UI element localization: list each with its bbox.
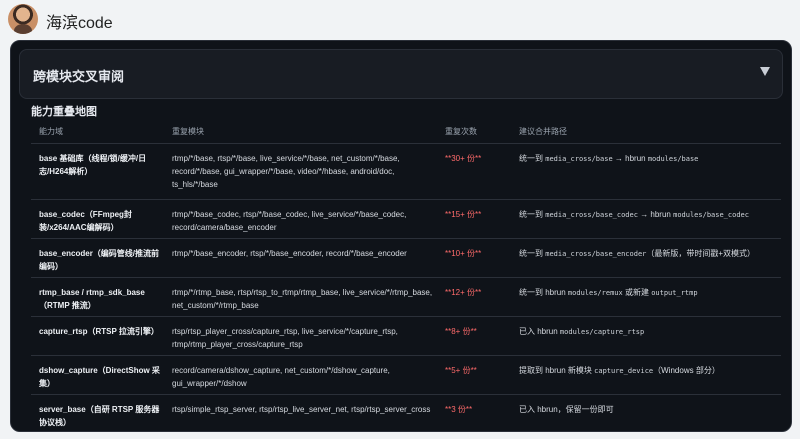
- column-header-count: 重复次数: [445, 127, 477, 136]
- cell-merge-path: 统一到 media_cross/base_encoder（最新版，带时间戳+双模…: [519, 249, 756, 258]
- cell-merge-path: 统一到 hbrun modules/remux 或新建 output_rtmp: [519, 288, 698, 297]
- table-row: base_codec（FFmpeg封装/x264/AAC编解码） rtmp/*/…: [31, 200, 781, 239]
- table-row: base 基础库（线程/锁/缓冲/日志/H264解析） rtmp/*/base,…: [31, 144, 781, 200]
- table-row: base_encoder（编码管线/推流前编码） rtmp/*/base_enc…: [31, 239, 781, 278]
- cell-domain: base 基础库（线程/锁/缓冲/日志/H264解析）: [39, 154, 147, 176]
- table-row: rtmp_base / rtmp_sdk_base（RTMP 推流） rtmp/…: [31, 278, 781, 317]
- cell-merge-path: 统一到 media_cross/base → hbrun modules/bas…: [519, 154, 699, 163]
- cell-domain: base_codec（FFmpeg封装/x264/AAC编解码）: [39, 210, 132, 232]
- table-row: server_base（自研 RTSP 服务器协议栈） rtsp/simple_…: [31, 395, 781, 431]
- section-header-title: 跨模块交叉审阅: [33, 69, 125, 84]
- cell-modules: rtsp/simple_rtsp_server, rtsp/rtsp_live_…: [172, 405, 431, 414]
- column-header-modules: 重复模块: [172, 127, 204, 136]
- column-header-merge-path: 建议合并路径: [519, 127, 567, 136]
- cell-count: **10+ 份**: [445, 249, 482, 258]
- cell-domain: capture_rtsp（RTSP 拉流引擎）: [39, 327, 159, 336]
- review-panel: 跨模块交叉审阅 能力重叠地图 能力域 重复模块 重复次数 建议合并路径 base…: [10, 40, 792, 432]
- cell-domain: base_encoder（编码管线/推流前编码）: [39, 249, 160, 271]
- cell-modules: rtmp/*/base, rtsp/*/base, live_service/*…: [172, 154, 400, 189]
- cell-domain: rtmp_base / rtmp_sdk_base（RTMP 推流）: [39, 288, 145, 310]
- table-row: dshow_capture（DirectShow 采集） record/came…: [31, 356, 781, 395]
- column-header-domain: 能力域: [39, 127, 63, 136]
- cell-merge-path: 已入 hbrun，保留一份即可: [519, 405, 614, 414]
- brand-name: 海滨code: [46, 15, 113, 32]
- cell-count: **8+ 份**: [445, 327, 477, 336]
- collapsible-header[interactable]: 跨模块交叉审阅: [19, 49, 783, 99]
- avatar[interactable]: [8, 4, 38, 34]
- cell-merge-path: 已入 hbrun modules/capture_rtsp: [519, 327, 645, 336]
- cell-modules: rtmp/*/base_encoder, rtsp/*/base_encoder…: [172, 249, 407, 258]
- cell-count: **15+ 份**: [445, 210, 482, 219]
- cell-count: **12+ 份**: [445, 288, 482, 297]
- cell-merge-path: 提取到 hbrun 新模块 capture_device（Windows 部分）: [519, 366, 720, 375]
- cell-count: **5+ 份**: [445, 366, 477, 375]
- top-bar: 海滨code: [0, 0, 800, 40]
- cell-modules: record/camera/dshow_capture, net_custom/…: [172, 366, 390, 388]
- cell-count: **3 份**: [445, 405, 473, 414]
- table-title: 能力重叠地图: [31, 106, 97, 118]
- cell-modules: rtsp/rtsp_player_cross/capture_rtsp, liv…: [172, 327, 398, 349]
- cell-modules: rtmp/*/base_codec, rtsp/*/base_codec, li…: [172, 210, 407, 232]
- cell-merge-path: 统一到 media_cross/base_codec → hbrun modul…: [519, 210, 749, 219]
- cell-modules: rtmp/*/rtmp_base, rtsp/rtsp_to_rtmp/rtmp…: [172, 288, 433, 310]
- cell-domain: dshow_capture（DirectShow 采集）: [39, 366, 160, 388]
- cell-domain: server_base（自研 RTSP 服务器协议栈）: [39, 405, 160, 427]
- chevron-down-icon[interactable]: [760, 67, 770, 76]
- cell-count: **30+ 份**: [445, 154, 482, 163]
- table-row: capture_rtsp（RTSP 拉流引擎） rtsp/rtsp_player…: [31, 317, 781, 356]
- table-header-row: 能力域 重复模块 重复次数 建议合并路径: [31, 119, 781, 144]
- overlap-table: 能力域 重复模块 重复次数 建议合并路径 base 基础库（线程/锁/缓冲/日志…: [31, 119, 781, 431]
